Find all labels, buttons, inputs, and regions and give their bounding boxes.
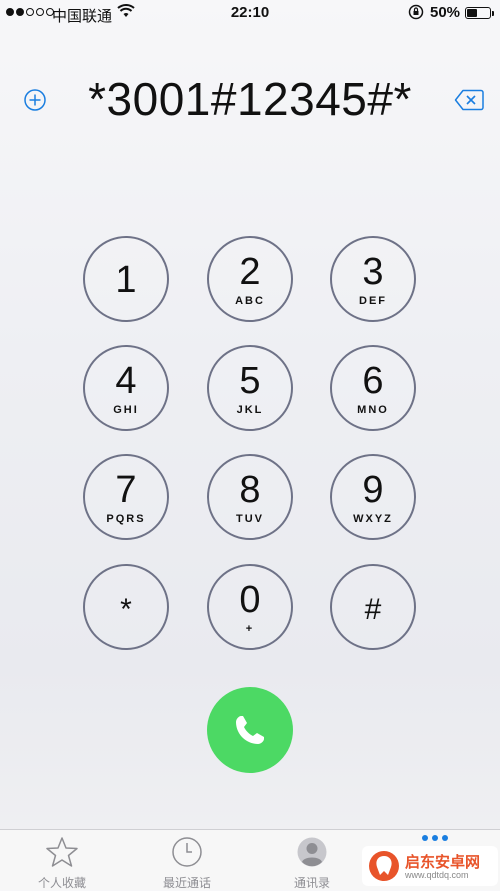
backspace-icon[interactable] <box>454 89 484 111</box>
plus-circle-icon[interactable] <box>24 89 46 111</box>
key-digit: 4 <box>115 360 137 402</box>
key-2[interactable]: 2 ABC <box>207 236 293 322</box>
key-1[interactable]: 1 <box>83 236 169 322</box>
key-letters: DEF <box>359 295 387 307</box>
contact-icon <box>297 837 327 867</box>
key-digit: * <box>120 593 132 626</box>
key-6[interactable]: 6 MNO <box>330 345 416 431</box>
key-digit: # <box>364 593 382 626</box>
key-9[interactable]: 9 WXYZ <box>330 454 416 540</box>
key-7[interactable]: 7 PQRS <box>83 454 169 540</box>
key-digit: 3 <box>362 251 384 293</box>
call-button[interactable] <box>207 687 293 773</box>
tab-contacts[interactable]: 通讯录 <box>262 830 362 890</box>
key-digit: 9 <box>362 469 384 511</box>
key-pound[interactable]: # <box>330 564 416 650</box>
key-star[interactable]: * <box>83 564 169 650</box>
clock-icon <box>172 837 202 867</box>
key-digit: 1 <box>115 259 137 301</box>
key-0[interactable]: 0 + <box>207 564 293 650</box>
key-digit: 5 <box>239 360 261 402</box>
key-3[interactable]: 3 DEF <box>330 236 416 322</box>
tab-label: 最近通话 <box>162 876 211 890</box>
key-8[interactable]: 8 TUV <box>207 454 293 540</box>
star-icon <box>46 837 78 867</box>
key-letters: TUV <box>236 513 264 525</box>
key-digit: 0 <box>239 579 261 621</box>
battery-icon <box>465 7 491 19</box>
key-digit: 8 <box>239 469 261 511</box>
key-digit: 7 <box>115 469 137 511</box>
key-letters: GHI <box>113 404 139 416</box>
key-digit: 6 <box>362 360 384 402</box>
dialed-number: *3001#12345#* <box>88 73 412 125</box>
keypad-icon[interactable] <box>420 834 454 842</box>
phone-icon <box>236 716 264 744</box>
key-letters: JKL <box>236 404 264 416</box>
tab-recents[interactable]: 最近通话 <box>137 830 237 890</box>
tab-label: 通讯录 <box>293 876 330 890</box>
key-letters: PQRS <box>106 513 146 525</box>
key-letters: WXYZ <box>353 513 393 525</box>
watermark-url: www.qdtdq.com <box>405 870 469 880</box>
key-letters: ABC <box>235 295 265 307</box>
key-4[interactable]: 4 GHI <box>83 345 169 431</box>
watermark-text: 启东安卓网 <box>405 854 481 871</box>
status-bar: 中国联通 22:10 50% <box>0 0 500 26</box>
battery-percent: 50% <box>430 4 461 21</box>
status-time: 22:10 <box>230 4 270 21</box>
tab-favorites[interactable]: 个人收藏 <box>12 830 112 890</box>
rotation-lock-icon <box>408 4 424 20</box>
key-digit: 2 <box>239 251 261 293</box>
tab-label: 个人收藏 <box>37 876 86 890</box>
key-letters: MNO <box>357 404 389 416</box>
key-letters: + <box>245 623 255 635</box>
key-5[interactable]: 5 JKL <box>207 345 293 431</box>
